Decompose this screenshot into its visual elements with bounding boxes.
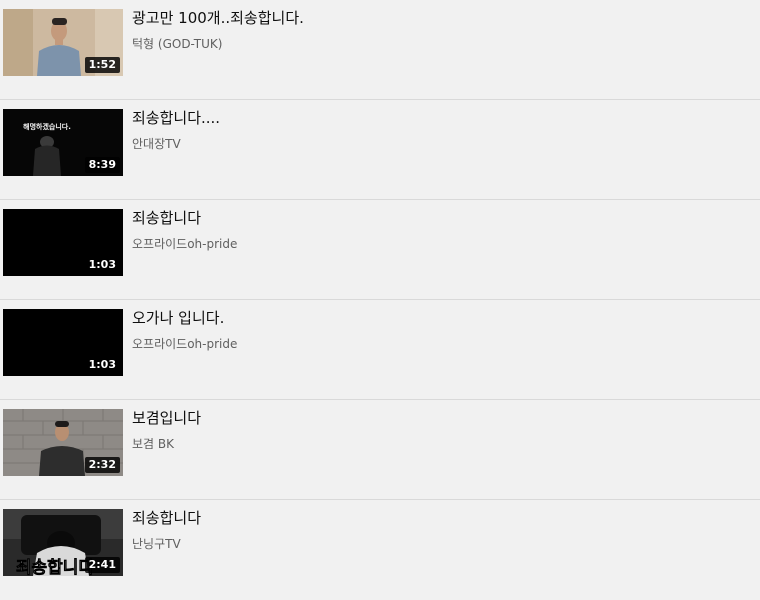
thumbnail-caption: 죄송합니다 [16,557,95,576]
video-duration: 1:52 [84,57,120,73]
video-duration: 1:03 [84,357,120,373]
video-thumbnail[interactable]: 1:03 [3,209,123,276]
video-title[interactable]: 보겸입니다 [132,408,201,428]
video-thumbnail[interactable]: 2:32 [3,409,123,476]
video-item[interactable]: 해명하겠습니다. 8:39 죄송합니다.... 안대장TV [0,100,760,200]
video-list: 1:52 광고만 100개..죄송합니다. 턱형 (GOD-TUK) 해명하겠습… [0,0,760,600]
channel-name[interactable]: 안대장TV [132,136,181,152]
video-title[interactable]: 오가나 입니다. [132,308,224,328]
channel-name[interactable]: 난닝구TV [132,536,181,552]
video-item[interactable]: 1:03 오가나 입니다. 오프라이드oh-pride [0,300,760,400]
video-thumbnail[interactable]: 죄송합니다 2:41 [3,509,123,576]
video-title[interactable]: 죄송합니다 [132,208,201,228]
video-duration: 2:41 [84,557,120,573]
video-duration: 1:03 [84,257,120,273]
video-thumbnail[interactable]: 해명하겠습니다. 8:39 [3,109,123,176]
video-item[interactable]: 1:52 광고만 100개..죄송합니다. 턱형 (GOD-TUK) [0,0,760,100]
video-duration: 8:39 [84,157,120,173]
channel-name[interactable]: 오프라이드oh-pride [132,336,237,352]
video-item[interactable]: 1:03 죄송합니다 오프라이드oh-pride [0,200,760,300]
thumbnail-caption: 해명하겠습니다. [23,122,71,131]
channel-name[interactable]: 보겸 BK [132,436,174,452]
video-thumbnail[interactable]: 1:52 [3,9,123,76]
video-item[interactable]: 죄송합니다 2:41 죄송합니다 난닝구TV [0,500,760,600]
video-thumbnail[interactable]: 1:03 [3,309,123,376]
video-title[interactable]: 광고만 100개..죄송합니다. [132,8,304,28]
video-duration: 2:32 [84,457,120,473]
video-item[interactable]: 2:32 보겸입니다 보겸 BK [0,400,760,500]
video-title[interactable]: 죄송합니다 [132,508,201,528]
channel-name[interactable]: 오프라이드oh-pride [132,236,237,252]
channel-name[interactable]: 턱형 (GOD-TUK) [132,36,222,52]
video-title[interactable]: 죄송합니다.... [132,108,220,128]
